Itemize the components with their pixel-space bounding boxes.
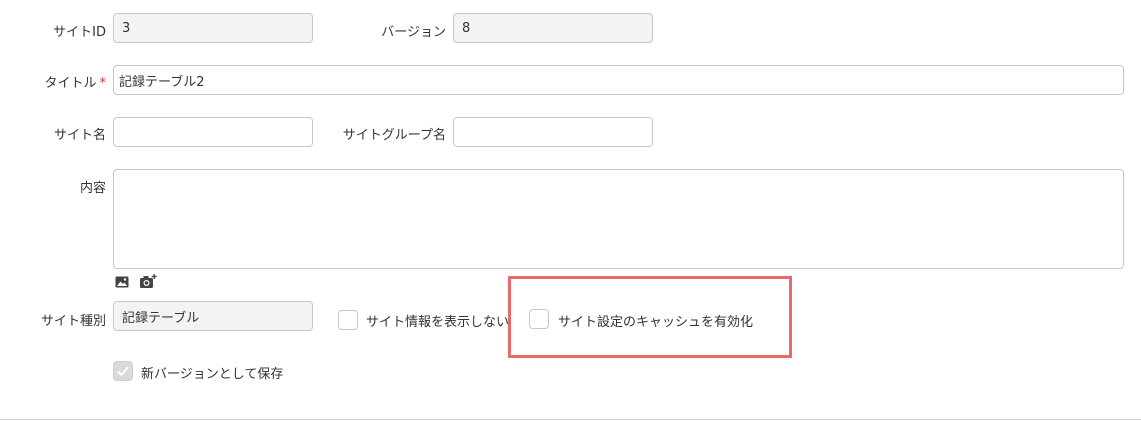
save-as-new-version-label[interactable]: 新バージョンとして保存: [141, 363, 283, 382]
title-input[interactable]: 記録テーブル2: [113, 65, 1124, 95]
site-name-input[interactable]: [113, 117, 313, 147]
image-icon[interactable]: [115, 275, 129, 289]
site-type-field: 記録テーブル: [113, 301, 313, 331]
title-label: タイトル *: [20, 72, 106, 91]
body-label: 内容: [79, 181, 106, 196]
title-label-text: タイトル: [44, 76, 97, 91]
site-type-label: サイト種別: [40, 314, 106, 329]
site-id-value: 3: [122, 20, 131, 36]
hide-site-info-label[interactable]: サイト情報を表示しない: [366, 311, 509, 330]
site-id-field: 3: [113, 13, 313, 43]
title-value: 記録テーブル2: [119, 74, 205, 90]
required-mark: *: [99, 76, 107, 91]
site-name-label: サイト名: [53, 128, 106, 143]
version-label: バージョン: [381, 25, 446, 40]
site-type-value: 記録テーブル: [122, 310, 200, 326]
enable-cache-label[interactable]: サイト設定のキャッシュを有効化: [558, 311, 753, 330]
save-as-new-version-checkbox[interactable]: [113, 361, 133, 381]
camera-icon[interactable]: [139, 273, 157, 290]
checkmark-icon: [117, 366, 129, 377]
site-group-name-label: サイトグループ名: [342, 128, 446, 143]
site-group-name-input[interactable]: [453, 117, 653, 147]
hide-site-info-checkbox[interactable]: [338, 310, 358, 330]
enable-cache-checkbox[interactable]: [529, 309, 549, 329]
body-textarea[interactable]: [113, 169, 1124, 269]
version-field: 8: [453, 13, 653, 43]
site-id-label: サイトID: [53, 25, 106, 40]
bottom-divider: [0, 419, 1141, 420]
version-value: 8: [462, 20, 471, 36]
